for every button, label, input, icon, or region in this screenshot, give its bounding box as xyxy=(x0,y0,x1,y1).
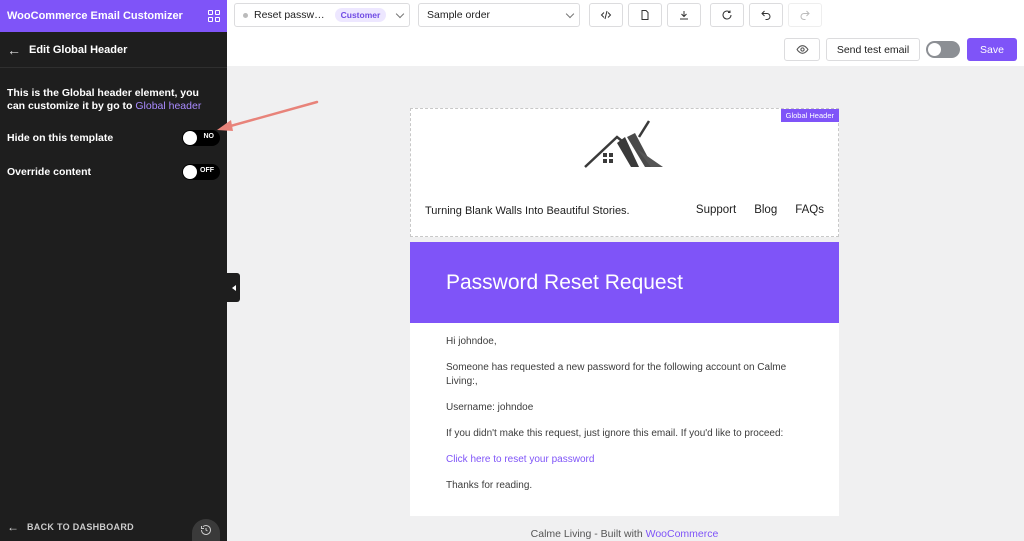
template-value: Reset passw… xyxy=(254,9,325,21)
grid-icon[interactable] xyxy=(208,10,220,22)
back-arrow-icon[interactable]: ← xyxy=(7,43,21,57)
eye-icon xyxy=(795,45,809,54)
undo-icon xyxy=(761,10,771,20)
email-banner[interactable]: Password Reset Request xyxy=(410,242,839,323)
back-arrow-icon[interactable]: ← xyxy=(7,521,19,533)
house-logo-icon xyxy=(584,120,663,168)
status-dot xyxy=(243,12,248,18)
email-preview: Global Header Turning Blank Walls Into B… xyxy=(410,108,839,516)
email-thanks: Thanks for reading. xyxy=(446,480,533,491)
nav-link-support[interactable]: Support xyxy=(696,204,736,216)
sidebar-top-bar: WooCommerce Email Customizer xyxy=(0,0,227,32)
email-username: Username: johndoe xyxy=(446,402,534,413)
collapse-sidebar-button[interactable] xyxy=(227,273,240,302)
download-icon xyxy=(680,11,688,20)
footer-text: Calme Living - Built with xyxy=(530,528,643,540)
panel-title: Edit Global Header xyxy=(29,43,128,56)
top-toolbar: Reset passw… Customer Sample order Send … xyxy=(227,0,1024,66)
annotation-arrow-icon xyxy=(217,100,319,131)
toggle-knob xyxy=(183,131,197,145)
order-select[interactable]: Sample order xyxy=(418,3,580,27)
override-content-row: Override content OFF xyxy=(7,164,220,180)
global-header-link[interactable]: Global header xyxy=(135,100,201,112)
reset-password-link[interactable]: Click here to reset your password xyxy=(446,454,594,465)
template-select[interactable]: Reset passw… Customer xyxy=(234,3,410,27)
element-description: This is the Global header element, you c… xyxy=(7,87,219,113)
panel-header: ← Edit Global Header xyxy=(0,32,227,68)
woocommerce-link[interactable]: WooCommerce xyxy=(646,528,719,540)
undo-button[interactable] xyxy=(749,3,783,27)
email-greeting: Hi johndoe, xyxy=(446,336,497,347)
email-paragraph: If you didn't make this request, just ig… xyxy=(446,428,784,439)
recipient-badge: Customer xyxy=(334,8,387,22)
app-title: WooCommerce Email Customizer xyxy=(7,10,183,22)
chevron-down-icon xyxy=(565,9,575,19)
hide-template-row: Hide on this template NO xyxy=(7,130,220,146)
redo-icon xyxy=(800,10,810,20)
caret-left-icon xyxy=(231,284,236,291)
chevron-down-icon xyxy=(395,9,405,19)
redo-button[interactable] xyxy=(788,3,822,27)
global-header-element[interactable]: Global Header Turning Blank Walls Into B… xyxy=(410,108,839,237)
download-button[interactable] xyxy=(667,3,701,27)
header-tagline: Turning Blank Walls Into Beautiful Stori… xyxy=(425,205,630,217)
override-content-label: Override content xyxy=(7,166,92,178)
toggle-state: NO xyxy=(203,133,215,140)
email-body[interactable]: Hi johndoe, Someone has requested a new … xyxy=(410,323,839,516)
banner-title: Password Reset Request xyxy=(446,270,683,294)
sidebar-footer: ← BACK TO DASHBOARD xyxy=(0,513,227,541)
send-test-email-button[interactable]: Send test email xyxy=(826,38,920,61)
email-enable-toggle[interactable] xyxy=(926,41,960,58)
code-view-button[interactable] xyxy=(589,3,623,27)
hide-template-label: Hide on this template xyxy=(7,132,114,144)
order-value: Sample order xyxy=(427,9,491,21)
nav-link-blog[interactable]: Blog xyxy=(754,204,777,216)
save-button[interactable]: Save xyxy=(967,38,1017,61)
document-icon xyxy=(641,10,649,20)
toggle-knob xyxy=(183,165,197,179)
override-content-toggle[interactable]: OFF xyxy=(182,164,220,180)
reset-button[interactable] xyxy=(710,3,744,27)
toggle-knob xyxy=(928,43,941,56)
back-to-dashboard-link[interactable]: BACK TO DASHBOARD xyxy=(27,522,134,532)
global-header-badge: Global Header xyxy=(780,109,839,122)
email-paragraph: Someone has requested a new password for… xyxy=(446,362,787,387)
code-icon xyxy=(600,10,612,20)
history-icon[interactable] xyxy=(192,519,220,541)
refresh-icon xyxy=(722,10,732,20)
nav-link-faqs[interactable]: FAQs xyxy=(795,204,824,216)
preview-button[interactable] xyxy=(784,38,820,61)
hide-template-toggle[interactable]: NO xyxy=(182,130,220,146)
copy-button[interactable] xyxy=(628,3,662,27)
toggle-state: OFF xyxy=(200,167,214,174)
sidebar: WooCommerce Email Customizer ← Edit Glob… xyxy=(0,0,227,541)
email-footer: Calme Living - Built with WooCommerce xyxy=(410,528,839,540)
header-nav: Support Blog FAQs xyxy=(696,204,824,216)
